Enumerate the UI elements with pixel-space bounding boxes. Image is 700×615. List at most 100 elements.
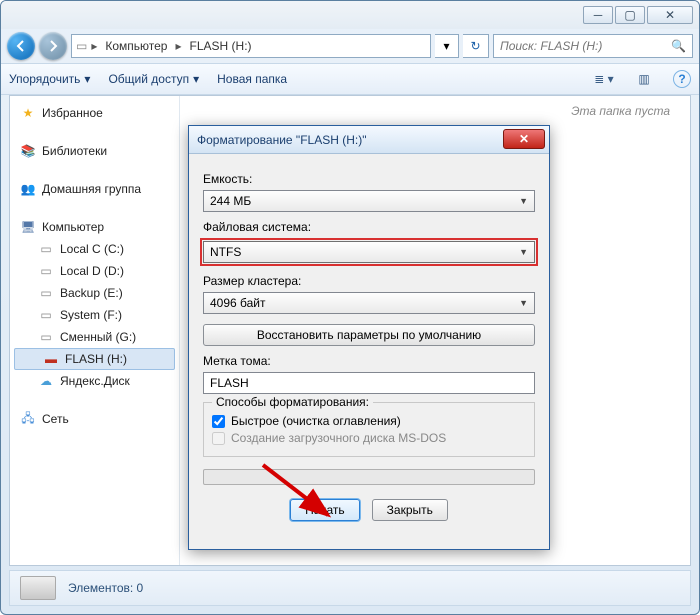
view-options-button[interactable]: ≣ ▾ xyxy=(593,68,615,90)
start-button[interactable]: Начать xyxy=(290,499,360,521)
search-icon: 🔍 xyxy=(671,39,686,53)
msdos-boot-label: Создание загрузочного диска MS-DOS xyxy=(231,431,446,445)
sidebar-computer[interactable]: 🖥Компьютер xyxy=(10,216,179,238)
sidebar-label: Домашняя группа xyxy=(42,182,141,196)
address-bar[interactable]: ▭ ▸ Компьютер ▸ FLASH (H:) xyxy=(71,34,431,58)
quick-format-label: Быстрое (очистка оглавления) xyxy=(231,414,401,428)
drive-icon: ▭ xyxy=(38,285,54,301)
status-bar: Элементов: 0 xyxy=(9,570,691,606)
share-button[interactable]: Общий доступ ▾ xyxy=(108,72,199,86)
sidebar-yandex-disk[interactable]: ☁Яндекс.Диск xyxy=(10,370,179,392)
elements-count: 0 xyxy=(137,581,144,595)
chevron-down-icon: ▾ xyxy=(193,72,199,86)
forward-button[interactable] xyxy=(39,32,67,60)
maximize-button[interactable]: ▢ xyxy=(615,6,645,24)
sidebar-libraries[interactable]: 📚 Библиотеки xyxy=(10,140,179,162)
restore-label: Восстановить параметры по умолчанию xyxy=(257,328,481,342)
drive-icon: ▭ xyxy=(38,307,54,323)
sidebar-drive-c[interactable]: ▭Local C (C:) xyxy=(10,238,179,260)
capacity-combo[interactable]: 244 МБ ▼ xyxy=(203,190,535,212)
library-icon: 📚 xyxy=(20,143,36,159)
sidebar-drive-e[interactable]: ▭ Backup (E:) xyxy=(10,282,179,304)
sidebar-drive-d[interactable]: ▭ Local D (D:) xyxy=(10,260,179,282)
refresh-icon: ↻ xyxy=(470,39,480,53)
format-methods-group: Способы форматирования: Быстрое (очистка… xyxy=(203,402,535,457)
chevron-down-icon: ▼ xyxy=(519,196,528,206)
chevron-down-icon: ▼ xyxy=(519,298,528,308)
status-text: Элементов: 0 xyxy=(68,581,143,595)
arrow-left-icon xyxy=(14,39,28,53)
usb-drive-icon: ▬ xyxy=(43,351,59,367)
drive-icon: ▭ xyxy=(38,329,54,345)
titlebar: ─ ▢ ✕ xyxy=(1,1,699,29)
chevron-right-icon: ▸ xyxy=(91,39,97,53)
sidebar: ★Избранное 📚Библиотеки 👥Домашняя группа … xyxy=(10,96,180,565)
new-folder-label: Новая папка xyxy=(217,72,287,86)
cloud-icon: ☁ xyxy=(38,373,54,389)
preview-pane-button[interactable]: ▥ xyxy=(633,68,655,90)
capacity-value: 244 МБ xyxy=(210,194,251,208)
cluster-label: Размер кластера: xyxy=(203,274,535,288)
window-close-button[interactable]: ✕ xyxy=(647,6,693,24)
sidebar-label: Избранное xyxy=(42,106,103,120)
dialog-actions: Начать Закрыть xyxy=(203,499,535,521)
homegroup-icon: 👥 xyxy=(20,181,36,197)
sidebar-label: FLASH (H:) xyxy=(65,352,127,366)
drive-icon: ▭ xyxy=(38,263,54,279)
chevron-down-icon: ▼ xyxy=(519,247,528,257)
refresh-button[interactable]: ↻ xyxy=(463,34,489,58)
sidebar-label: Local C (C:) xyxy=(60,242,124,256)
sidebar-label: Local D (D:) xyxy=(60,264,124,278)
nav-row: ▭ ▸ Компьютер ▸ FLASH (H:) ▾ ↻ 🔍 xyxy=(1,29,699,63)
quick-format-checkbox[interactable]: Быстрое (очистка оглавления) xyxy=(212,414,526,428)
sidebar-favorites[interactable]: ★ Избранное xyxy=(10,102,179,124)
capacity-label: Емкость: xyxy=(203,172,535,186)
format-methods-legend: Способы форматирования: xyxy=(212,395,373,409)
breadcrumb-computer[interactable]: Компьютер xyxy=(101,39,171,53)
dialog-close-button[interactable]: ✕ xyxy=(503,129,545,149)
star-icon: ★ xyxy=(20,105,36,121)
drive-thumbnail-icon xyxy=(20,576,56,600)
sidebar-label: System (F:) xyxy=(60,308,122,322)
quick-format-input[interactable] xyxy=(212,415,225,428)
chevron-down-icon: ▾ xyxy=(84,72,90,86)
new-folder-button[interactable]: Новая папка xyxy=(217,72,287,86)
sidebar-drive-h[interactable]: ▬ FLASH (H:) xyxy=(14,348,175,370)
restore-defaults-button[interactable]: Восстановить параметры по умолчанию xyxy=(203,324,535,346)
sidebar-label: Компьютер xyxy=(42,220,104,234)
search-box[interactable]: 🔍 xyxy=(493,34,693,58)
sidebar-drive-g[interactable]: ▭Сменный (G:) xyxy=(10,326,179,348)
close-button[interactable]: Закрыть xyxy=(372,499,448,521)
filesystem-value: NTFS xyxy=(210,245,241,259)
breadcrumb-drive[interactable]: FLASH (H:) xyxy=(186,39,256,53)
share-label: Общий доступ xyxy=(108,72,189,86)
sidebar-label: Сеть xyxy=(42,412,69,426)
organize-button[interactable]: Упорядочить ▾ xyxy=(9,72,90,86)
help-button[interactable]: ? xyxy=(673,70,691,88)
volume-label-input[interactable] xyxy=(203,372,535,394)
progress-bar xyxy=(203,469,535,485)
search-input[interactable] xyxy=(500,39,665,53)
start-label: Начать xyxy=(305,503,345,517)
sidebar-label: Backup (E:) xyxy=(60,286,123,300)
organize-label: Упорядочить xyxy=(9,72,80,86)
sidebar-network[interactable]: 🖧 Сеть xyxy=(10,408,179,430)
sidebar-homegroup[interactable]: 👥 Домашняя группа xyxy=(10,178,179,200)
format-dialog: Форматирование "FLASH (H:)" ✕ Емкость: 2… xyxy=(188,125,550,550)
elements-label: Элементов: xyxy=(68,581,133,595)
dialog-body: Емкость: 244 МБ ▼ Файловая система: NTFS… xyxy=(189,154,549,531)
minimize-button[interactable]: ─ xyxy=(583,6,613,24)
arrow-right-icon xyxy=(46,39,60,53)
dialog-title: Форматирование "FLASH (H:)" xyxy=(197,133,366,147)
filesystem-highlight: NTFS ▼ xyxy=(200,238,538,266)
drive-icon: ▭ xyxy=(76,39,87,53)
sidebar-drive-f[interactable]: ▭ System (F:) xyxy=(10,304,179,326)
back-button[interactable] xyxy=(7,32,35,60)
network-icon: 🖧 xyxy=(20,411,36,427)
dialog-titlebar: Форматирование "FLASH (H:)" ✕ xyxy=(189,126,549,154)
sidebar-label: Библиотеки xyxy=(42,144,107,158)
address-dropdown[interactable]: ▾ xyxy=(435,34,459,58)
cluster-value: 4096 байт xyxy=(210,296,266,310)
filesystem-combo[interactable]: NTFS ▼ xyxy=(203,241,535,263)
cluster-combo[interactable]: 4096 байт ▼ xyxy=(203,292,535,314)
